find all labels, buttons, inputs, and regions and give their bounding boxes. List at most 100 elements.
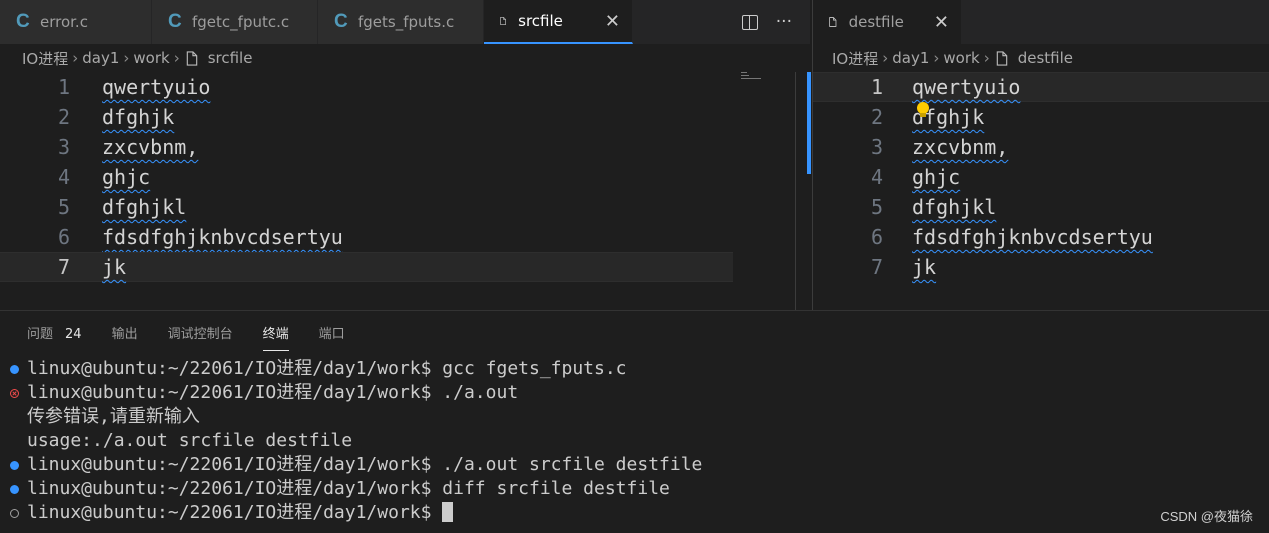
line-text[interactable]: qwertyuio — [102, 72, 210, 102]
breadcrumb-file[interactable]: srcfile — [208, 49, 253, 67]
editor-tab-bar-left: C error.c C fgetc_fputc.c C fgets_fputs.… — [0, 0, 810, 44]
panel-tab-label: 调试控制台 — [167, 327, 233, 342]
editor-actions: ··· — [741, 0, 810, 44]
line-number: 7 — [870, 255, 883, 279]
editor-srcfile[interactable]: 1 qwertyuio 2 dfghjk 3 zxcvbnm, 4 ghjc 5 dfghjkl 6… — [0, 72, 793, 310]
tab-destfile[interactable]: destfile ✕ — [813, 0, 962, 44]
terminal-text: linux@ubuntu:~/22061/IO进程/day1/work$ gcc… — [27, 358, 627, 379]
code-line[interactable]: 5 dfghjkl — [0, 192, 793, 222]
chevron-right-icon: › — [173, 49, 180, 67]
terminal-text: usage:./a.out srcfile destfile — [27, 430, 353, 451]
code-line[interactable]: 6 fdsdfghjknbvcdsertyu — [813, 222, 1269, 252]
tab-fgets-fputs-c[interactable]: C fgets_fputs.c — [318, 0, 484, 44]
line-text[interactable]: zxcvbnm, — [912, 132, 1008, 162]
split-divider[interactable] — [812, 0, 813, 310]
line-number: 4 — [870, 165, 883, 189]
terminal-cursor — [442, 502, 454, 522]
code-line[interactable]: 2 dfghjk — [0, 102, 793, 132]
breadcrumb-folder[interactable]: IO进程 — [832, 48, 878, 69]
code-line[interactable]: 5 dfghjkl — [813, 192, 1269, 222]
watermark: CSDN @夜猫徐 — [1160, 509, 1253, 524]
chevron-right-icon: › — [933, 49, 940, 67]
terminal-text: linux@ubuntu:~/22061/IO进程/day1/work$ — [27, 502, 443, 523]
line-number: 1 — [870, 75, 883, 99]
code-line[interactable]: 6 fdsdfghjknbvcdsertyu — [0, 222, 793, 252]
code-line[interactable]: 4 ghjc — [0, 162, 793, 192]
c-language-icon: C — [334, 11, 348, 32]
line-text[interactable]: zxcvbnm, — [102, 132, 198, 162]
breadcrumb-folder[interactable]: day1 — [892, 49, 929, 67]
code-line[interactable]: 1 qwertyuio — [0, 72, 793, 102]
breadcrumb-folder[interactable]: day1 — [82, 49, 119, 67]
tab-fgetc-fputc-c[interactable]: C fgetc_fputc.c — [152, 0, 318, 44]
terminal[interactable]: linux@ubuntu:~/22061/IO进程/day1/work$ gcc… — [0, 357, 1269, 525]
panel-tab[interactable]: 端口 — [319, 324, 345, 350]
problems-count-badge: 24 — [65, 327, 82, 342]
line-text[interactable]: jk — [102, 252, 126, 282]
line-number: 6 — [57, 225, 70, 249]
close-icon[interactable]: ✕ — [934, 12, 949, 33]
panel-tab-label: 问题 — [27, 327, 54, 342]
command-success-icon[interactable] — [10, 485, 19, 494]
tab-error-c[interactable]: C error.c — [0, 0, 152, 44]
line-text[interactable]: fdsdfghjknbvcdsertyu — [912, 222, 1153, 252]
line-text[interactable]: ghjc — [102, 162, 150, 192]
lightbulb-icon[interactable] — [917, 102, 929, 117]
bottom-panel: 问题 24 输出 调试控制台 终端 端口 linux@ubuntu:~/22061/IO进… — [0, 310, 1269, 533]
panel-tab-label: 输出 — [111, 327, 138, 342]
tab-label: fgets_fputs.c — [358, 13, 455, 31]
line-text[interactable]: ghjc — [912, 162, 960, 192]
code-line[interactable]: 1 qwertyuio — [813, 72, 1269, 102]
tab-srcfile[interactable]: srcfile ✕ — [484, 0, 633, 44]
line-text[interactable]: dfghjk — [102, 102, 174, 132]
tab-label: srcfile — [518, 12, 563, 30]
tab-label: destfile — [848, 13, 904, 31]
chevron-right-icon: › — [983, 49, 990, 67]
line-number: 2 — [57, 105, 70, 129]
editor-scrollbar-track[interactable] — [795, 72, 796, 310]
scrollbar-thumb[interactable] — [807, 72, 811, 174]
chevron-right-icon: › — [72, 49, 79, 67]
command-success-icon[interactable] — [10, 461, 19, 470]
code-line[interactable]: 7 jk — [813, 252, 1269, 282]
editor-destfile[interactable]: 1 qwertyuio 2 dfghjk 3 zxcvbnm, 4 ghjc 5 dfghjkl 6… — [813, 72, 1269, 310]
panel-tab-label: 端口 — [318, 327, 345, 342]
tab-label: fgetc_fputc.c — [192, 13, 290, 31]
panel-tab[interactable]: 问题 24 — [27, 324, 82, 350]
panel-tab[interactable]: 输出 — [112, 324, 138, 350]
minimap[interactable] — [741, 72, 765, 84]
breadcrumb-folder[interactable]: IO进程 — [22, 48, 68, 69]
line-text[interactable]: dfghjkl — [912, 192, 996, 222]
line-text[interactable]: qwertyuio — [912, 72, 1020, 102]
code-line[interactable]: 2 dfghjk — [813, 102, 1269, 132]
c-language-icon: C — [16, 11, 30, 32]
code-line[interactable]: 7 jk — [0, 252, 793, 282]
code-line[interactable]: 4 ghjc — [813, 162, 1269, 192]
panel-tab[interactable]: 调试控制台 — [168, 324, 233, 350]
breadcrumb-folder[interactable]: work — [943, 49, 979, 67]
terminal-line: linux@ubuntu:~/22061/IO进程/day1/work$ ./a… — [0, 453, 1269, 477]
terminal-line: linux@ubuntu:~/22061/IO进程/day1/work$ — [0, 501, 1269, 525]
terminal-text: linux@ubuntu:~/22061/IO进程/day1/work$ ./a… — [27, 454, 703, 475]
line-number: 3 — [57, 135, 70, 159]
breadcrumb-file[interactable]: destfile — [1018, 49, 1073, 67]
breadcrumb: IO进程 › day1 › work › srcfile — [22, 44, 252, 72]
line-text[interactable]: jk — [912, 252, 936, 282]
terminal-text: 传参错误,请重新输入 — [27, 406, 200, 427]
line-text[interactable]: dfghjkl — [102, 192, 186, 222]
more-actions-icon[interactable]: ··· — [776, 12, 792, 32]
command-error-icon[interactable] — [10, 389, 19, 398]
command-pending-icon[interactable] — [10, 509, 19, 518]
breadcrumb-folder[interactable]: work — [133, 49, 169, 67]
panel-tab[interactable]: 终端 — [262, 324, 289, 351]
line-text[interactable]: fdsdfghjknbvcdsertyu — [102, 222, 343, 252]
line-number: 2 — [870, 105, 883, 129]
terminal-text: linux@ubuntu:~/22061/IO进程/day1/work$ dif… — [27, 478, 670, 499]
code-line[interactable]: 3 zxcvbnm, — [0, 132, 793, 162]
panel-tab-bar: 问题 24 输出 调试控制台 终端 端口 — [27, 324, 375, 351]
split-editor-icon[interactable] — [741, 14, 758, 30]
file-icon — [186, 50, 197, 66]
command-success-icon[interactable] — [10, 365, 19, 374]
close-icon[interactable]: ✕ — [605, 11, 620, 32]
code-line[interactable]: 3 zxcvbnm, — [813, 132, 1269, 162]
